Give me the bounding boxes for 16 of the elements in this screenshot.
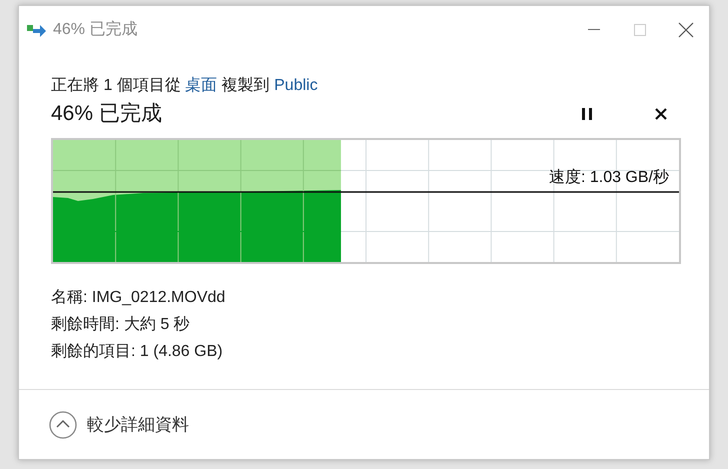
window-title: 46% 已完成	[53, 20, 138, 40]
pause-icon	[582, 108, 592, 120]
progress-title: 46% 已完成	[51, 101, 162, 127]
minimize-icon	[588, 29, 600, 31]
copy-description: 正在將 1 個項目從 桌面 複製到 Public	[50, 76, 319, 96]
folder-link[interactable]: 桌面	[185, 77, 218, 94]
maximize-icon	[634, 24, 646, 36]
detail-line: 剩餘的項目: 1 (4.86 GB)	[51, 342, 224, 362]
close-icon	[655, 108, 667, 120]
detail-line: 剩餘時間: 大約 5 秒	[51, 314, 191, 334]
close-icon	[678, 22, 694, 38]
detail-line: 名稱: IMG_0212.MOVdd	[51, 288, 226, 308]
details-toggle[interactable]: 較少詳細資料	[49, 410, 189, 438]
speed-label: 速度: 1.03 GB/秒	[548, 168, 669, 188]
copy-icon	[27, 23, 47, 37]
folder-link[interactable]: Public	[274, 77, 318, 94]
